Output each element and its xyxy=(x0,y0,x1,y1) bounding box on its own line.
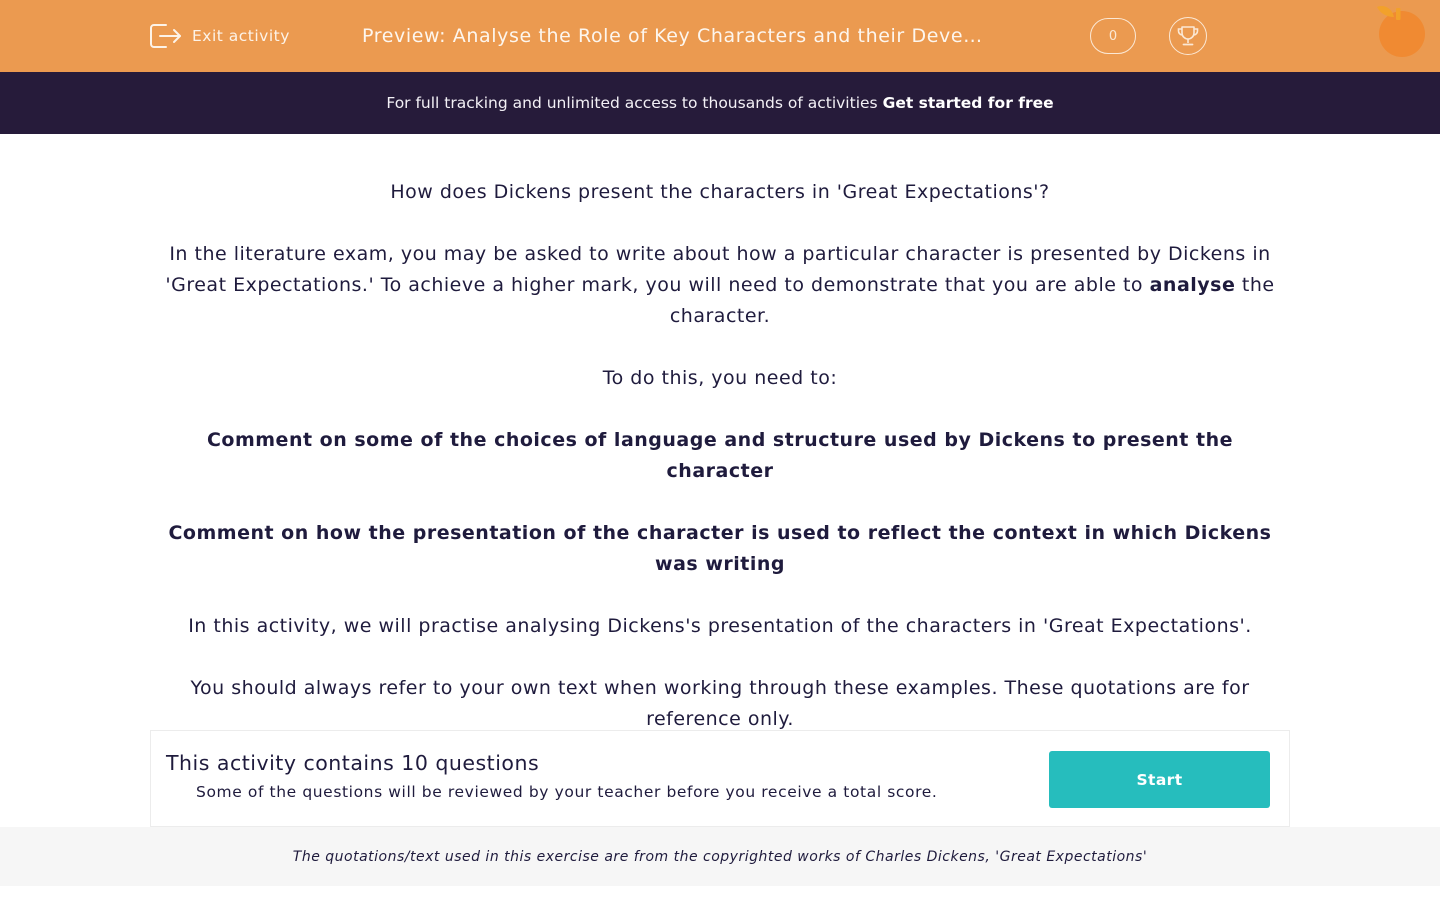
question-count: This activity contains 10 questions xyxy=(166,751,540,775)
top-bar: Exit activity Preview: Analyse the Role … xyxy=(0,0,1440,72)
requirement-context: Comment on how the presentation of the c… xyxy=(168,522,1272,575)
review-note: Some of the questions will be reviewed b… xyxy=(196,783,938,801)
signup-banner: For full tracking and unlimited access t… xyxy=(0,72,1440,134)
intro-need: To do this, you need to: xyxy=(602,367,838,389)
intro-paragraph-text: In the literature exam, you may be asked… xyxy=(165,243,1271,296)
orange-logo-icon[interactable] xyxy=(1372,0,1432,60)
intro-question: How does Dickens present the characters … xyxy=(390,181,1050,203)
start-button[interactable]: Start xyxy=(1049,751,1270,808)
analyse-emphasis: analyse xyxy=(1149,274,1236,296)
exit-icon xyxy=(149,21,183,51)
intro-paragraph: In the literature exam, you may be asked… xyxy=(150,239,1290,332)
exit-activity-label: Exit activity xyxy=(192,27,290,45)
copyright-footer: The quotations/text used in this exercis… xyxy=(0,827,1440,886)
requirement-language: Comment on some of the choices of langua… xyxy=(206,429,1234,482)
score-counter: 0 xyxy=(1090,18,1136,54)
trophy-button[interactable] xyxy=(1169,17,1207,55)
intro-practise: In this activity, we will practise analy… xyxy=(188,615,1252,637)
intro-content: How does Dickens present the characters … xyxy=(150,177,1290,766)
exit-activity-button[interactable]: Exit activity xyxy=(149,20,290,52)
page-title: Preview: Analyse the Role of Key Charact… xyxy=(362,25,984,47)
banner-text: For full tracking and unlimited access t… xyxy=(386,94,878,112)
get-started-link[interactable]: Get started for free xyxy=(883,94,1054,112)
trophy-icon xyxy=(1176,25,1200,47)
activity-start-panel: This activity contains 10 questions Some… xyxy=(150,730,1290,827)
intro-reference: You should always refer to your own text… xyxy=(190,677,1250,730)
